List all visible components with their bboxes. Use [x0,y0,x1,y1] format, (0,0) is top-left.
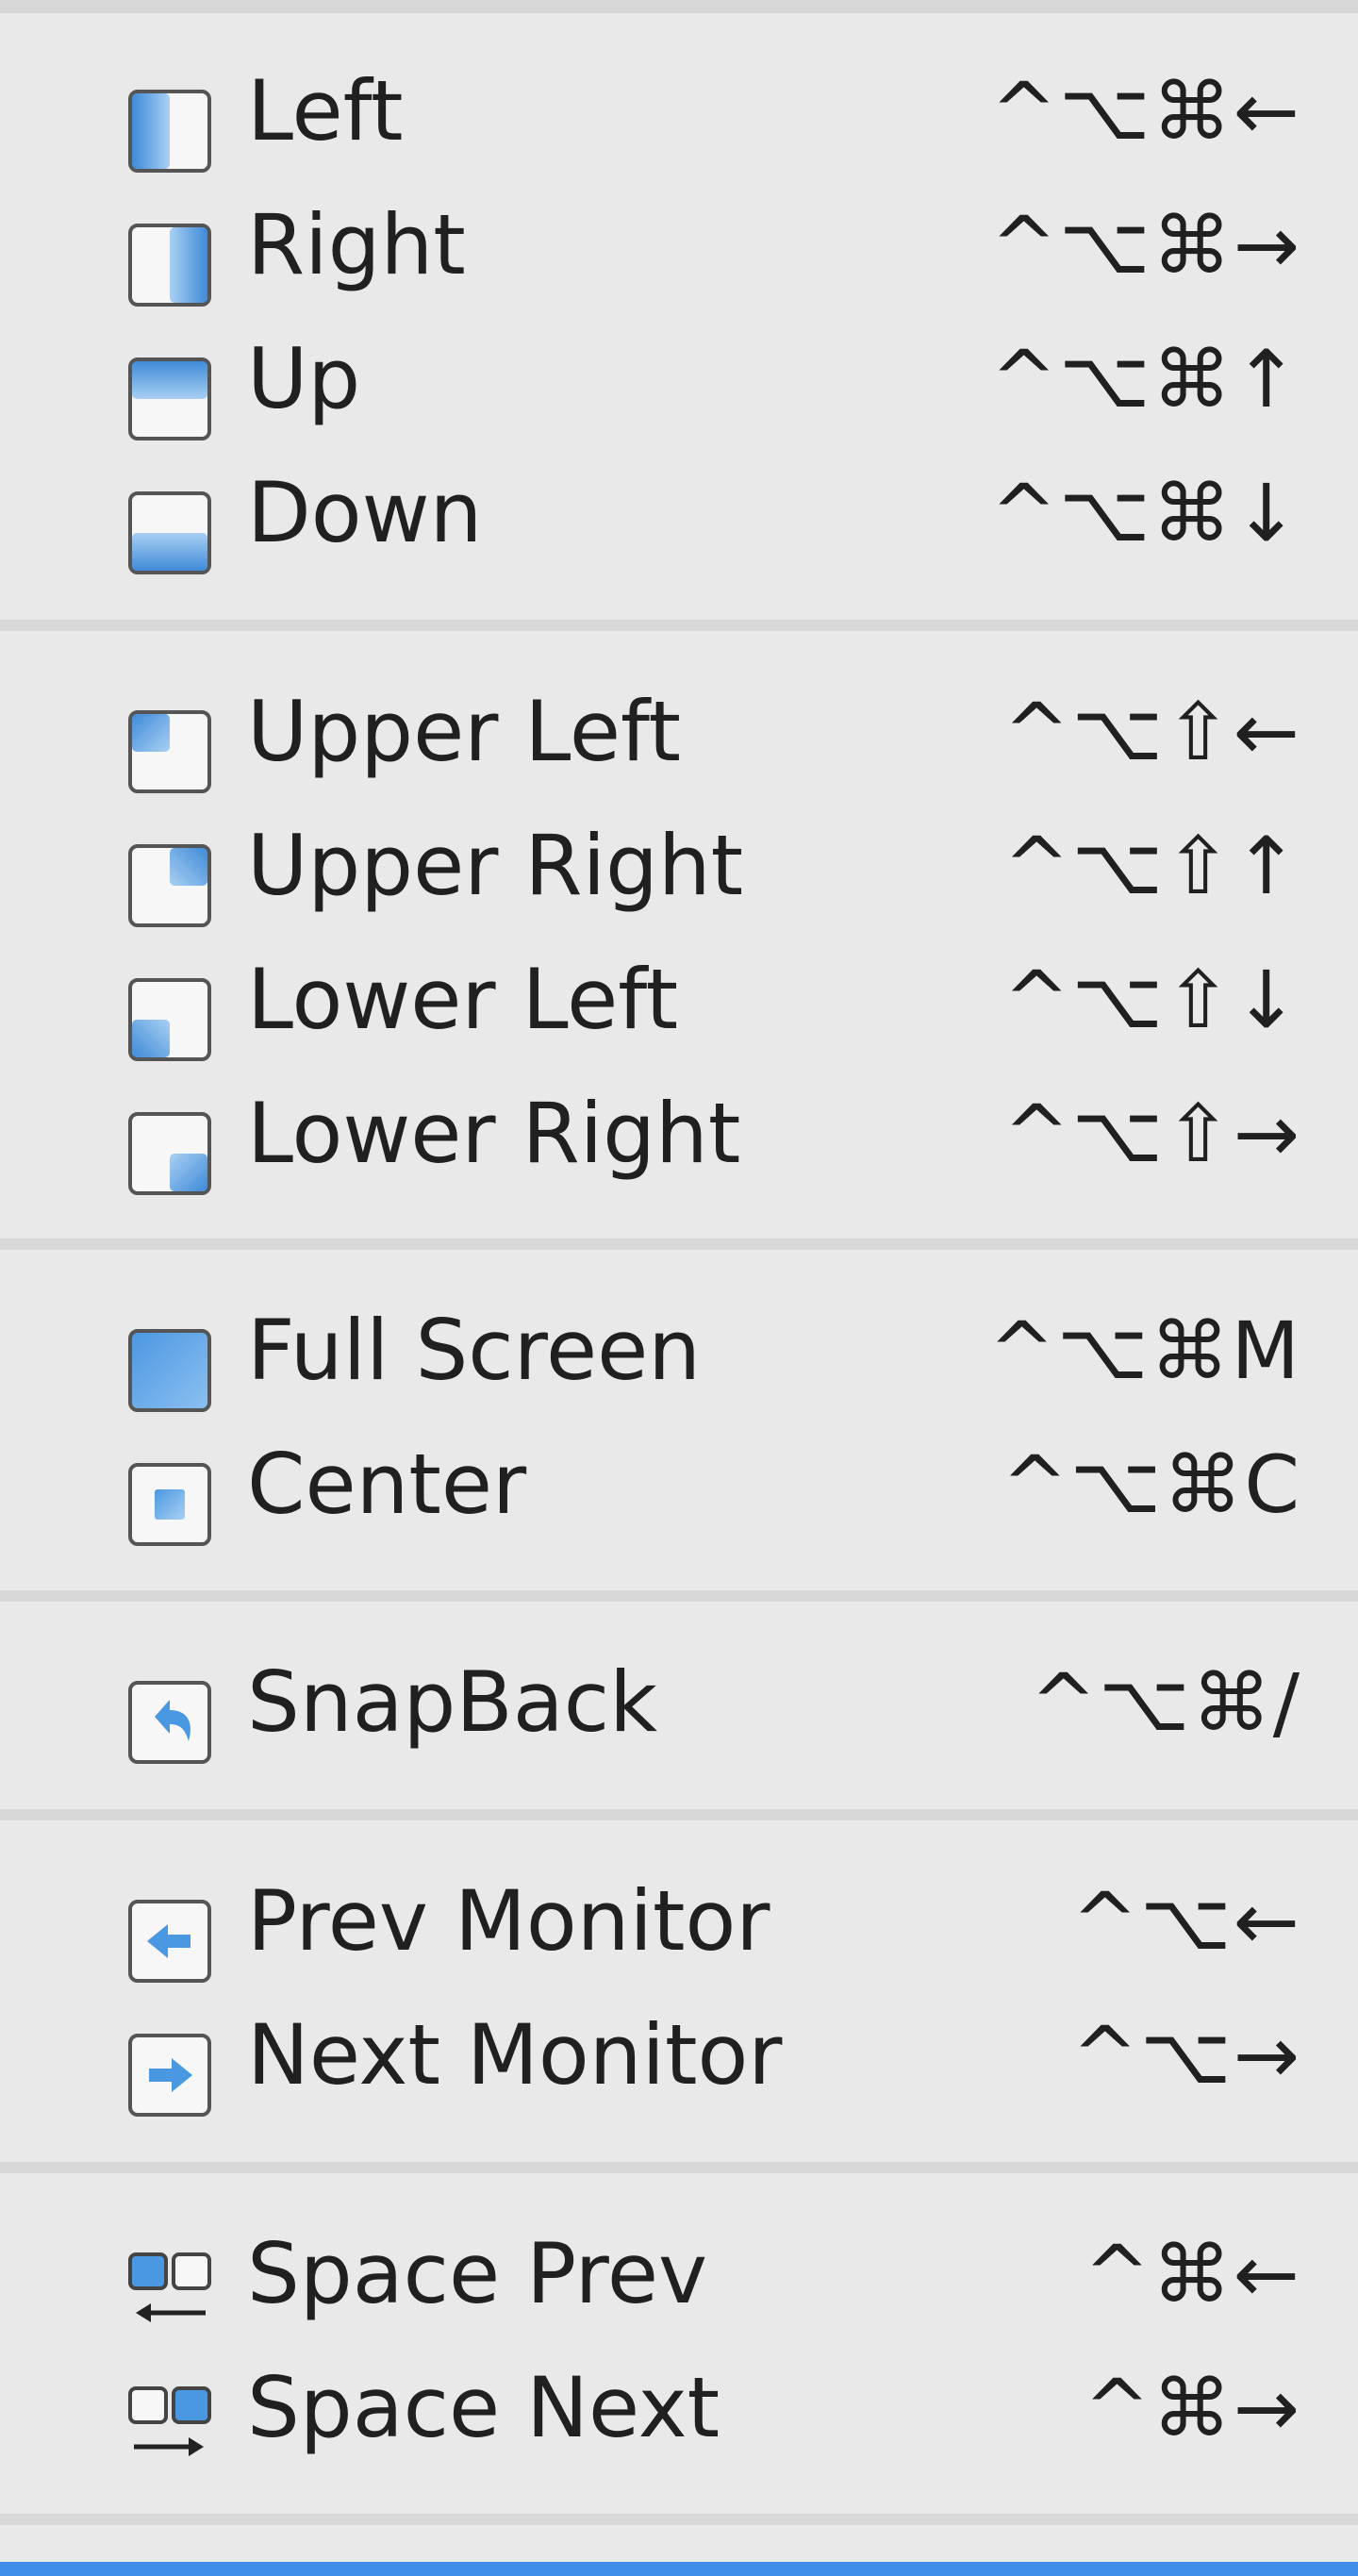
menu-item-label: Upper Right [247,817,744,914]
menu-item-snapback[interactable]: SnapBack ^⌥⌘/ [0,1637,1358,1769]
menu-separator [0,1809,1358,1820]
menu-item-label: Left [247,62,404,159]
menu-separator [0,620,1358,631]
menu-item-shortcut: ^⌥⌘C [1002,1438,1301,1531]
menu-item-prev-monitor[interactable]: Prev Monitor ^⌥← [0,1855,1358,1987]
menu-item-shortcut: ^⌥⌘↑ [990,333,1301,425]
menu-item-up[interactable]: Up ^⌥⌘↑ [0,313,1358,445]
top-half-icon [126,356,213,442]
menu-item-label: Lower Left [247,951,679,1048]
bottom-half-icon [126,490,213,576]
menu-item-shortcut: ^⌥⇧→ [1003,1088,1301,1180]
window-layout-menu: Left ^⌥⌘← Right ^⌥⌘→ Up ^⌥⌘↑ Down ^⌥⌘↓ U… [0,0,1358,2576]
menu-item-space-prev[interactable]: Space Prev ^⌘← [0,2208,1358,2340]
menu-item-shortcut: ^⌥⌘← [990,65,1301,158]
highlighted-item-edge [0,2562,1358,2576]
prev-monitor-icon [126,1898,213,1985]
lower-right-quarter-icon [126,1110,213,1197]
menu-item-shortcut: ^⌘← [1084,2228,1301,2320]
menu-item-upper-right[interactable]: Upper Right ^⌥⇧↑ [0,800,1358,932]
menu-item-label: Up [247,330,361,427]
menu-item-upper-left[interactable]: Upper Left ^⌥⇧← [0,666,1358,798]
lower-left-quarter-icon [126,976,213,1063]
menu-item-lower-right[interactable]: Lower Right ^⌥⇧→ [0,1068,1358,1200]
right-half-icon [126,222,213,308]
menu-item-left[interactable]: Left ^⌥⌘← [0,45,1358,177]
full-screen-icon [126,1327,213,1414]
menu-separator [0,1238,1358,1250]
menu-item-shortcut: ^⌥→ [1071,2009,1301,2102]
menu-item-label: Full Screen [247,1302,701,1399]
space-prev-icon [126,2251,213,2337]
menu-separator [0,1590,1358,1602]
menu-top-edge [0,0,1358,13]
menu-item-shortcut: ^⌥⌘/ [1030,1656,1301,1749]
menu-item-center[interactable]: Center ^⌥⌘C [0,1419,1358,1551]
menu-item-shortcut: ^⌥⌘↓ [990,467,1301,559]
menu-item-shortcut: ^⌥⇧↓ [1003,954,1301,1046]
menu-item-down[interactable]: Down ^⌥⌘↓ [0,447,1358,579]
menu-separator [0,2514,1358,2525]
menu-item-label: Space Next [247,2359,720,2456]
menu-item-label: SnapBack [247,1654,658,1751]
menu-item-full-screen[interactable]: Full Screen ^⌥⌘M [0,1285,1358,1417]
menu-item-label: Right [247,196,466,293]
menu-item-shortcut: ^⌘→ [1084,2362,1301,2454]
menu-separator [0,2162,1358,2173]
left-half-icon [126,88,213,175]
menu-item-shortcut: ^⌥⇧← [1003,686,1301,778]
upper-left-quarter-icon [126,708,213,795]
menu-item-label: Prev Monitor [247,1872,770,1969]
upper-right-quarter-icon [126,842,213,929]
menu-item-shortcut: ^⌥← [1071,1875,1301,1968]
menu-item-shortcut: ^⌥⇧↑ [1003,820,1301,912]
menu-item-label: Center [247,1436,527,1533]
menu-item-label: Space Prev [247,2225,708,2322]
menu-item-label: Lower Right [247,1085,741,1182]
menu-item-label: Next Monitor [247,2006,783,2103]
center-icon [126,1461,213,1548]
menu-item-shortcut: ^⌥⌘M [988,1305,1301,1397]
menu-item-label: Upper Left [247,683,681,780]
menu-item-space-next[interactable]: Space Next ^⌘→ [0,2342,1358,2474]
menu-item-right[interactable]: Right ^⌥⌘→ [0,179,1358,311]
space-next-icon [126,2385,213,2471]
menu-item-lower-left[interactable]: Lower Left ^⌥⇧↓ [0,934,1358,1066]
next-monitor-icon [126,2032,213,2119]
menu-item-shortcut: ^⌥⌘→ [990,199,1301,291]
snapback-icon [126,1679,213,1766]
menu-item-label: Down [247,464,483,561]
menu-item-next-monitor[interactable]: Next Monitor ^⌥→ [0,1989,1358,2121]
